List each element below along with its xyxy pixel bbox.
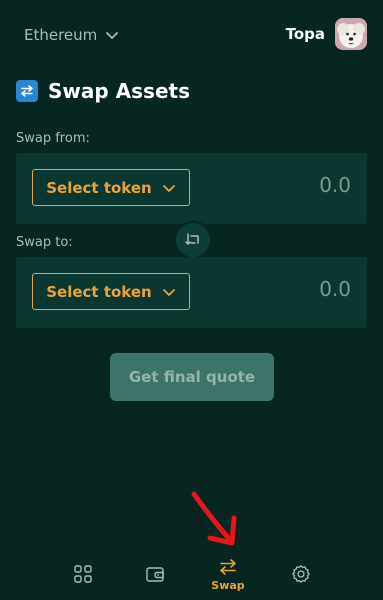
- grid-icon: [74, 565, 92, 583]
- swap-to-amount[interactable]: 0.0: [319, 277, 351, 301]
- bottom-navigation: Swap: [0, 548, 383, 600]
- flip-direction-button[interactable]: [174, 221, 212, 259]
- swap-from-amount[interactable]: 0.0: [319, 173, 351, 197]
- get-final-quote-button[interactable]: Get final quote: [110, 353, 274, 401]
- nav-item-dashboard[interactable]: [53, 548, 113, 600]
- nav-item-wallet[interactable]: [125, 548, 185, 600]
- nav-item-swap-label: Swap: [211, 578, 245, 592]
- swap-from-token-label: Select token: [46, 178, 152, 197]
- wallet-icon: [146, 567, 164, 582]
- avatar[interactable]: [335, 18, 367, 50]
- account-name: Topa: [285, 25, 325, 43]
- swap-to-token-button[interactable]: Select token: [32, 273, 190, 310]
- chevron-down-icon: [162, 288, 175, 296]
- red-arrow-annotation: [191, 491, 237, 546]
- chevron-down-icon: [162, 184, 175, 192]
- page-title: Swap Assets: [48, 79, 190, 103]
- flip-arrows-icon: [185, 233, 199, 245]
- network-label: Ethereum: [24, 26, 98, 44]
- swap-from-card: Select token 0.0: [16, 153, 367, 224]
- chevron-down-icon: [106, 32, 119, 39]
- nav-item-swap[interactable]: Swap: [198, 548, 258, 600]
- page-title-row: Swap Assets: [16, 77, 190, 105]
- nav-item-settings[interactable]: [271, 548, 331, 600]
- swap-arrows-icon: [220, 558, 236, 575]
- swap-from-token-button[interactable]: Select token: [32, 169, 190, 206]
- swap-to-label: Swap to:: [16, 235, 73, 250]
- swap-title-icon: [16, 80, 38, 102]
- swap-from-label: Swap from:: [16, 131, 90, 146]
- network-selector[interactable]: Ethereum: [24, 24, 119, 46]
- account-menu[interactable]: Topa: [286, 18, 367, 50]
- swap-to-card: Select token 0.0: [16, 257, 367, 328]
- header: Ethereum Topa: [0, 0, 383, 70]
- gear-icon: [292, 565, 310, 583]
- swap-to-token-label: Select token: [46, 282, 152, 301]
